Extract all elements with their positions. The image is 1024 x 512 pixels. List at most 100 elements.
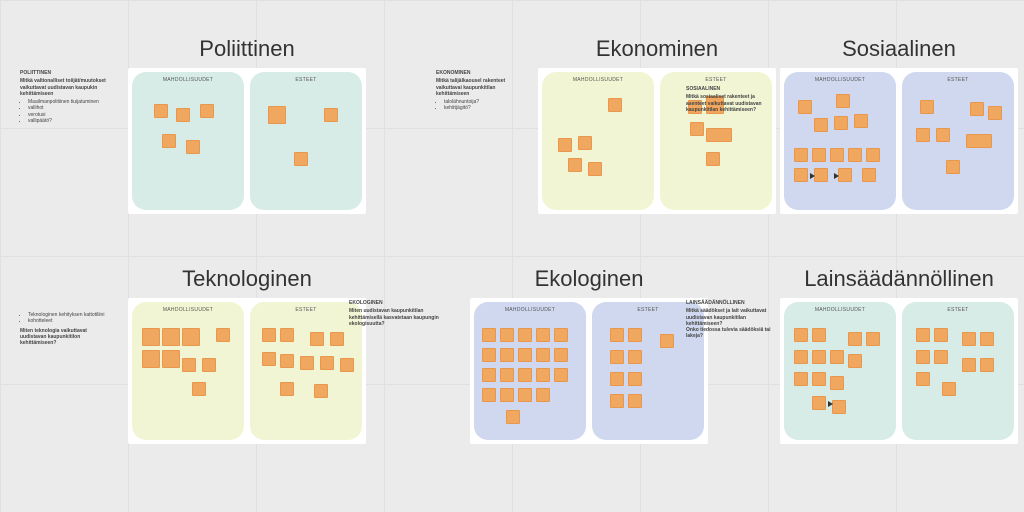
sticky-note[interactable] (812, 350, 826, 364)
panel-opp[interactable]: MAHDOLLISUUDET (542, 72, 654, 210)
sticky-note[interactable] (558, 138, 572, 152)
sticky-note[interactable] (280, 354, 294, 368)
panel-opp[interactable]: MAHDOLLISUUDET (474, 302, 586, 440)
sticky-note[interactable] (554, 328, 568, 342)
sticky-note[interactable] (848, 148, 862, 162)
sticky-note[interactable] (162, 350, 180, 368)
sticky-note[interactable] (814, 118, 828, 132)
sticky-note[interactable] (330, 332, 344, 346)
sticky-note[interactable] (588, 162, 602, 176)
panel-pair[interactable]: MAHDOLLISUUDETESTEET (780, 298, 1018, 444)
sticky-note[interactable] (866, 332, 880, 346)
sticky-note[interactable] (162, 134, 176, 148)
sticky-note[interactable] (916, 350, 930, 364)
sticky-note[interactable] (962, 332, 976, 346)
sticky-note[interactable] (324, 108, 338, 122)
panel-opp[interactable]: MAHDOLLISUUDET (132, 72, 244, 210)
sticky-note[interactable] (340, 358, 354, 372)
sticky-note[interactable] (200, 104, 214, 118)
panel-pair[interactable]: MAHDOLLISUUDETESTEET (470, 298, 708, 444)
sticky-note[interactable] (500, 368, 514, 382)
sticky-note[interactable] (848, 332, 862, 346)
sticky-note[interactable] (916, 328, 930, 342)
sticky-note[interactable] (660, 334, 674, 348)
sticky-note[interactable] (518, 388, 532, 402)
sticky-note[interactable] (610, 328, 624, 342)
sticky-note[interactable] (182, 358, 196, 372)
sticky-note[interactable] (482, 368, 496, 382)
sticky-note[interactable] (920, 100, 934, 114)
panel-opp[interactable]: MAHDOLLISUUDET (784, 72, 896, 210)
sticky-note[interactable] (628, 394, 642, 408)
panel-obs[interactable]: ESTEET (902, 72, 1014, 210)
sticky-note[interactable] (578, 136, 592, 150)
sticky-note[interactable] (962, 358, 976, 372)
sticky-note[interactable] (628, 350, 642, 364)
sticky-note[interactable] (610, 394, 624, 408)
sticky-note[interactable] (830, 376, 844, 390)
sticky-note[interactable] (706, 152, 720, 166)
sticky-note[interactable] (812, 372, 826, 386)
sticky-note[interactable] (794, 328, 808, 342)
sticky-note[interactable] (794, 350, 808, 364)
sticky-note[interactable] (536, 368, 550, 382)
sticky-note[interactable] (280, 382, 294, 396)
sticky-note[interactable] (838, 168, 852, 182)
sticky-note[interactable] (836, 94, 850, 108)
panel-obs[interactable]: ESTEET (250, 302, 362, 440)
sticky-note[interactable] (854, 114, 868, 128)
sticky-note[interactable] (482, 348, 496, 362)
sticky-note[interactable] (192, 382, 206, 396)
sticky-note[interactable] (500, 348, 514, 362)
sticky-note[interactable] (812, 148, 826, 162)
sticky-note[interactable] (482, 328, 496, 342)
sticky-note[interactable] (814, 168, 828, 182)
sticky-note[interactable] (834, 116, 848, 130)
sticky-note[interactable] (536, 328, 550, 342)
sticky-note[interactable] (320, 356, 334, 370)
sticky-note[interactable] (294, 152, 308, 166)
panel-pair[interactable]: MAHDOLLISUUDETESTEET (780, 68, 1018, 214)
sticky-note[interactable] (812, 328, 826, 342)
sticky-note[interactable] (830, 148, 844, 162)
sticky-note[interactable] (980, 358, 994, 372)
panel-obs[interactable]: ESTEET (250, 72, 362, 210)
sticky-note[interactable] (500, 388, 514, 402)
sticky-note[interactable] (506, 410, 520, 424)
sticky-note[interactable] (988, 106, 1002, 120)
panel-opp[interactable]: MAHDOLLISUUDET (784, 302, 896, 440)
sticky-note[interactable] (518, 328, 532, 342)
sticky-note[interactable] (518, 368, 532, 382)
sticky-note[interactable] (300, 356, 314, 370)
panel-opp[interactable]: MAHDOLLISUUDET (132, 302, 244, 440)
sticky-note[interactable] (706, 128, 732, 142)
panel-pair[interactable]: MAHDOLLISUUDETESTEET (128, 68, 366, 214)
sticky-note[interactable] (628, 328, 642, 342)
panel-obs[interactable]: ESTEET (902, 302, 1014, 440)
sticky-note[interactable] (162, 328, 180, 346)
sticky-note[interactable] (216, 328, 230, 342)
sticky-note[interactable] (554, 368, 568, 382)
sticky-note[interactable] (142, 328, 160, 346)
sticky-note[interactable] (482, 388, 496, 402)
sticky-note[interactable] (970, 102, 984, 116)
sticky-note[interactable] (832, 400, 846, 414)
sticky-note[interactable] (268, 106, 286, 124)
sticky-note[interactable] (536, 388, 550, 402)
sticky-note[interactable] (568, 158, 582, 172)
sticky-note[interactable] (536, 348, 550, 362)
sticky-note[interactable] (830, 350, 844, 364)
sticky-note[interactable] (862, 168, 876, 182)
sticky-note[interactable] (176, 108, 190, 122)
sticky-note[interactable] (946, 160, 960, 174)
sticky-note[interactable] (186, 140, 200, 154)
sticky-note[interactable] (812, 396, 826, 410)
sticky-note[interactable] (154, 104, 168, 118)
sticky-note[interactable] (628, 372, 642, 386)
sticky-note[interactable] (610, 350, 624, 364)
sticky-note[interactable] (934, 328, 948, 342)
sticky-note[interactable] (142, 350, 160, 368)
sticky-note[interactable] (798, 100, 812, 114)
sticky-note[interactable] (280, 328, 294, 342)
sticky-note[interactable] (916, 128, 930, 142)
